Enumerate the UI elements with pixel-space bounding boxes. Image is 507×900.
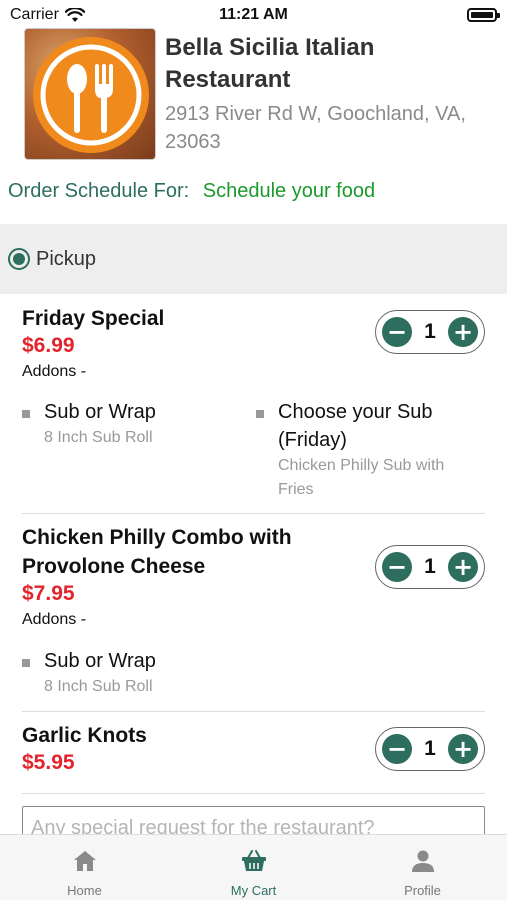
- bullet: [22, 659, 30, 667]
- restaurant-address: 2913 River Rd W, Goochland, VA, 23063: [165, 103, 466, 153]
- increment-button[interactable]: +: [448, 734, 478, 764]
- quantity-value: 1: [424, 320, 436, 343]
- status-bar: Carrier 11:21 AM: [0, 0, 507, 30]
- quantity-stepper: − 1 +: [375, 545, 485, 589]
- addon-item: Choose your Sub (Friday) Chicken Philly …: [256, 398, 485, 502]
- decrement-button[interactable]: −: [382, 552, 412, 582]
- addon-item: Sub or Wrap 8 Inch Sub Roll: [22, 398, 242, 448]
- basket-icon: [240, 847, 268, 875]
- divider: [22, 793, 485, 794]
- addon-detail: 8 Inch Sub Roll: [44, 678, 153, 695]
- restaurant-logo: [24, 28, 156, 160]
- addon-detail: Chicken Philly Sub with Fries: [278, 457, 445, 498]
- cart-item-friday-special: Friday Special $6.99 Addons - − 1 + Sub …: [22, 304, 485, 498]
- tab-bar: Home My Cart Profile: [0, 834, 507, 900]
- quantity-value: 1: [424, 737, 436, 760]
- order-schedule: Order Schedule For: Schedule your food: [8, 180, 375, 203]
- tab-label: Home: [67, 883, 102, 898]
- schedule-value-link[interactable]: Schedule your food: [203, 180, 375, 202]
- bullet: [256, 410, 264, 418]
- restaurant-name: Bella Sicilia Italian Restaurant: [165, 34, 375, 93]
- cart-item-garlic-knots: Garlic Knots $5.95 − 1 +: [22, 721, 485, 776]
- item-name: Chicken Philly Combo with Provolone Chee…: [22, 526, 292, 578]
- tab-profile[interactable]: Profile: [338, 835, 507, 900]
- battery-icon: [467, 8, 500, 22]
- tab-label: My Cart: [230, 883, 277, 898]
- addons-label: Addons -: [22, 611, 87, 628]
- restaurant-header: Bella Sicilia Italian Restaurant 2913 Ri…: [24, 28, 494, 164]
- addon-name: Sub or Wrap: [44, 650, 156, 672]
- increment-button[interactable]: +: [448, 317, 478, 347]
- addon-item: Sub or Wrap 8 Inch Sub Roll: [22, 647, 242, 697]
- divider: [22, 711, 485, 712]
- tab-home[interactable]: Home: [0, 835, 169, 900]
- decrement-button[interactable]: −: [382, 734, 412, 764]
- tab-my-cart[interactable]: My Cart: [169, 835, 338, 900]
- quantity-value: 1: [424, 555, 436, 578]
- addon-name: Choose your Sub (Friday): [278, 401, 433, 451]
- pickup-radio[interactable]: [8, 248, 30, 270]
- addon-detail: 8 Inch Sub Roll: [44, 429, 153, 446]
- bullet: [22, 410, 30, 418]
- schedule-label: Order Schedule For:: [8, 180, 190, 202]
- tab-label: Profile: [404, 883, 441, 898]
- home-icon: [71, 847, 99, 875]
- order-type-band: Pickup: [0, 224, 507, 294]
- divider: [22, 513, 485, 514]
- quantity-stepper: − 1 +: [375, 727, 485, 771]
- radio-selected-dot: [13, 253, 25, 265]
- pickup-label: Pickup: [36, 247, 97, 270]
- cart-item-chicken-philly-combo: Chicken Philly Combo with Provolone Chee…: [22, 523, 485, 695]
- addons-label: Addons -: [22, 363, 87, 380]
- addon-name: Sub or Wrap: [44, 401, 156, 423]
- utensils-icon: [33, 37, 149, 153]
- quantity-stepper: − 1 +: [375, 310, 485, 354]
- person-icon: [409, 847, 437, 875]
- increment-button[interactable]: +: [448, 552, 478, 582]
- decrement-button[interactable]: −: [382, 317, 412, 347]
- clock: 11:21 AM: [219, 6, 288, 23]
